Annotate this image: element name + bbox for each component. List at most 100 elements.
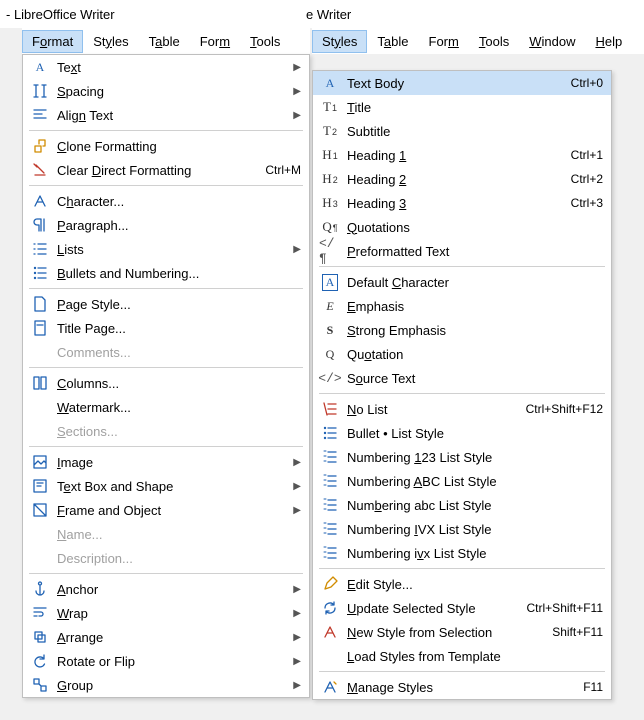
- format-menu-item-group[interactable]: Group▶: [23, 673, 309, 697]
- styles-menu-item-quotations[interactable]: Q¶Quotations: [313, 215, 611, 239]
- styles-menu-item-source-text[interactable]: </>Source Text: [313, 366, 611, 390]
- manage-icon: [319, 678, 341, 696]
- submenu-arrow-icon: ▶: [293, 244, 301, 255]
- styles-menu-item-new-style-from-selection[interactable]: New Style from SelectionShift+F11: [313, 620, 611, 644]
- menu-left-styles[interactable]: Styles: [83, 30, 138, 53]
- styles-menu-item-heading-3[interactable]: H3Heading 3Ctrl+3: [313, 191, 611, 215]
- menu-item-label: Numbering 123 List Style: [341, 450, 603, 465]
- format-menu-item-lists[interactable]: Lists▶: [23, 237, 309, 261]
- format-menu-item-clear-direct-formatting[interactable]: Clear Direct FormattingCtrl+M: [23, 158, 309, 182]
- format-menu-item-columns[interactable]: Columns...: [23, 371, 309, 395]
- menu-item-label: Rotate or Flip: [51, 654, 285, 669]
- menu-item-label: Align Text: [51, 108, 285, 123]
- styles-menu-item-no-list[interactable]: No ListCtrl+Shift+F12: [313, 397, 611, 421]
- styles-menu-item-heading-2[interactable]: H2Heading 2Ctrl+2: [313, 167, 611, 191]
- format-menu-item-text[interactable]: AText▶: [23, 55, 309, 79]
- blank-icon: [29, 422, 51, 440]
- format-menu-item-page-style[interactable]: Page Style...: [23, 292, 309, 316]
- format-menu-item-character[interactable]: Character...: [23, 189, 309, 213]
- format-menu-item-bullets-and-numbering[interactable]: Bullets and Numbering...: [23, 261, 309, 285]
- menu-item-label: Text: [51, 60, 285, 75]
- submenu-arrow-icon: ▶: [293, 110, 301, 121]
- menu-item-shortcut: Shift+F11: [552, 625, 603, 639]
- menu-left-tools[interactable]: Tools: [240, 30, 290, 53]
- image-icon: [29, 453, 51, 471]
- menu-left-table[interactable]: Table: [139, 30, 190, 53]
- format-menu-item-rotate-or-flip[interactable]: Rotate or Flip▶: [23, 649, 309, 673]
- styles-menu-item-subtitle[interactable]: T2Subtitle: [313, 119, 611, 143]
- styles-menu-item-numbering-ivx-list-style[interactable]: Numbering IVX List Style: [313, 517, 611, 541]
- styles-menu-item-title[interactable]: T1Title: [313, 95, 611, 119]
- styles-menu-item-update-selected-style[interactable]: Update Selected StyleCtrl+Shift+F11: [313, 596, 611, 620]
- submenu-arrow-icon: ▶: [293, 86, 301, 97]
- styles-menu-item-numbering-ivx-list-style[interactable]: Numbering ivx List Style: [313, 541, 611, 565]
- text-icon: A: [29, 58, 51, 76]
- pagestyle-icon: [29, 295, 51, 313]
- menu-right-styles[interactable]: Styles: [312, 30, 367, 53]
- menu-item-shortcut: Ctrl+1: [571, 148, 603, 162]
- clear-icon: [29, 161, 51, 179]
- format-menu-item-title-page[interactable]: Title Page...: [23, 316, 309, 340]
- styles-menu-item-text-body[interactable]: AText BodyCtrl+0: [313, 71, 611, 95]
- menu-item-label: Description...: [51, 551, 301, 566]
- styles-menu-item-numbering-123-list-style[interactable]: Numbering 123 List Style: [313, 445, 611, 469]
- format-menu-item-watermark[interactable]: Watermark...: [23, 395, 309, 419]
- frame-icon: [29, 501, 51, 519]
- menu-right-table[interactable]: Table: [367, 30, 418, 53]
- styles-menu-item-manage-styles[interactable]: Manage StylesF11: [313, 675, 611, 699]
- styles-menu-item-numbering-abc-list-style[interactable]: Numbering ABC List Style: [313, 469, 611, 493]
- format-menu-item-text-box-and-shape[interactable]: Text Box and Shape▶: [23, 474, 309, 498]
- menu-item-label: Strong Emphasis: [341, 323, 603, 338]
- styles-menu-item-edit-style[interactable]: Edit Style...: [313, 572, 611, 596]
- format-menu-item-description: Description...: [23, 546, 309, 570]
- format-menu-item-paragraph[interactable]: Paragraph...: [23, 213, 309, 237]
- styles-menu-item-numbering-abc-list-style[interactable]: Numbering abc List Style: [313, 493, 611, 517]
- submenu-arrow-icon: ▶: [293, 481, 301, 492]
- format-menu-item-image[interactable]: Image▶: [23, 450, 309, 474]
- format-menu-item-wrap[interactable]: Wrap▶: [23, 601, 309, 625]
- format-menu-item-sections: Sections...: [23, 419, 309, 443]
- menu-item-label: Emphasis: [341, 299, 603, 314]
- format-menu-separator: [29, 446, 303, 447]
- title-bar-right: e Writer: [300, 0, 644, 28]
- menu-item-label: Watermark...: [51, 400, 301, 415]
- menu-item-label: Group: [51, 678, 285, 693]
- menu-right-help[interactable]: Help: [585, 30, 632, 53]
- styles-menu-item-emphasis[interactable]: EEmphasis: [313, 294, 611, 318]
- menu-item-label: Clone Formatting: [51, 139, 301, 154]
- menu-left-format[interactable]: Format: [22, 30, 83, 53]
- format-menu-item-anchor[interactable]: Anchor▶: [23, 577, 309, 601]
- format-menu-separator: [29, 367, 303, 368]
- styles-menu-item-default-character[interactable]: ADefault Character: [313, 270, 611, 294]
- columns-icon: [29, 374, 51, 392]
- format-menu-item-spacing[interactable]: Spacing▶: [23, 79, 309, 103]
- lists-icon: [29, 240, 51, 258]
- format-menu-item-align-text[interactable]: Align Text ▶: [23, 103, 309, 127]
- menu-right-form[interactable]: Form: [419, 30, 469, 53]
- menu-right-tools[interactable]: Tools: [469, 30, 519, 53]
- menu-item-shortcut: Ctrl+M: [265, 163, 301, 177]
- submenu-arrow-icon: ▶: [293, 584, 301, 595]
- abc2list-icon: [319, 496, 341, 514]
- styles-menu-item-preformatted-text[interactable]: </¶Preformatted Text: [313, 239, 611, 263]
- format-menu-separator: [29, 185, 303, 186]
- menu-item-shortcut: Ctrl+Shift+F12: [526, 402, 603, 416]
- numlist-icon: [319, 448, 341, 466]
- anchor-icon: [29, 580, 51, 598]
- menu-item-label: Comments...: [51, 345, 301, 360]
- styles-menu-item-heading-1[interactable]: H1Heading 1Ctrl+1: [313, 143, 611, 167]
- format-menu-item-clone-formatting[interactable]: Clone Formatting: [23, 134, 309, 158]
- styles-menu-item-load-styles-from-template[interactable]: Load Styles from Template: [313, 644, 611, 668]
- menu-item-label: Numbering ivx List Style: [341, 546, 603, 561]
- styles-menu-item-strong-emphasis[interactable]: SStrong Emphasis: [313, 318, 611, 342]
- submenu-arrow-icon: ▶: [293, 457, 301, 468]
- menu-right-window[interactable]: Window: [519, 30, 585, 53]
- Em-icon: E: [319, 297, 341, 315]
- menu-item-label: Title Page...: [51, 321, 301, 336]
- menu-left-form[interactable]: Form: [190, 30, 240, 53]
- styles-menu-item-bullet-list-style[interactable]: Bullet • List Style: [313, 421, 611, 445]
- format-menu-item-frame-and-object[interactable]: Frame and Object▶: [23, 498, 309, 522]
- Qc-icon: Q: [319, 345, 341, 363]
- styles-menu-item-quotation[interactable]: QQuotation: [313, 342, 611, 366]
- format-menu-item-arrange[interactable]: Arrange▶: [23, 625, 309, 649]
